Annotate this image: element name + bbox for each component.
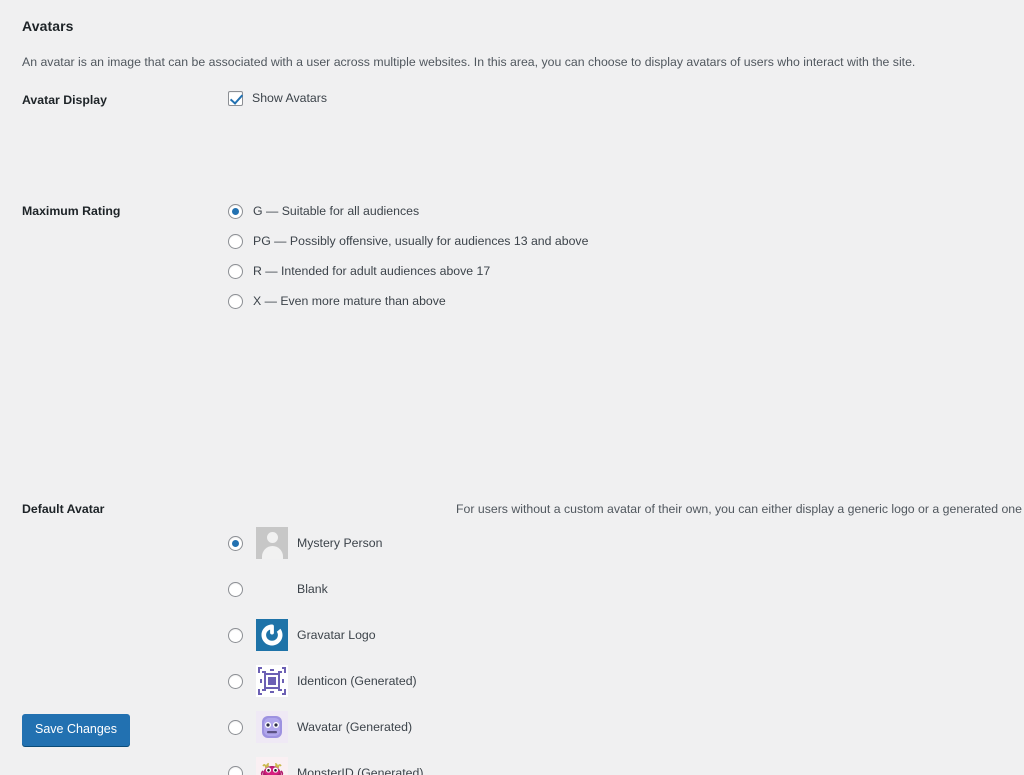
- rating-radio-r[interactable]: [228, 263, 243, 279]
- label-maximum-rating: Maximum Rating: [22, 204, 121, 218]
- wavatar-avatar-icon: [256, 711, 288, 743]
- row-default-avatar: Default Avatar For users without a custo…: [0, 289, 1024, 775]
- label-default-avatar: Default Avatar: [22, 502, 105, 516]
- avatars-settings-page: Avatars An avatar is an image that can b…: [0, 0, 1024, 775]
- row-maximum-rating: Maximum Rating G — Suitable for all audi…: [0, 140, 1024, 309]
- section-description: An avatar is an image that can be associ…: [22, 55, 916, 70]
- settings-form-table: Avatar Display Show Avatars Maximum Rati…: [0, 84, 1024, 775]
- rating-option-r[interactable]: R — Intended for adult audiences above 1…: [228, 256, 588, 286]
- save-changes-button[interactable]: Save Changes: [22, 714, 131, 746]
- blank-avatar-icon: [256, 573, 288, 605]
- mystery-person-avatar-icon: [256, 527, 288, 559]
- default-avatar-option-wavatar[interactable]: Wavatar (Generated): [228, 704, 425, 750]
- default-avatar-radio-identicon[interactable]: [228, 673, 243, 689]
- label-avatar-display: Avatar Display: [22, 93, 107, 107]
- default-avatar-radio-blank[interactable]: [228, 581, 243, 597]
- rating-radio-pg[interactable]: [228, 233, 243, 249]
- default-avatar-label-wavatar: Wavatar (Generated): [297, 720, 413, 734]
- identicon-avatar-icon: [256, 665, 288, 697]
- field-avatar-display: Show Avatars: [228, 90, 327, 106]
- monsterid-avatar-icon: [256, 757, 288, 775]
- default-avatar-label-monsterid: MonsterID (Generated): [297, 766, 424, 775]
- page-title: Avatars: [22, 17, 74, 34]
- show-avatars-checkbox[interactable]: [228, 90, 243, 106]
- rating-option-g[interactable]: G — Suitable for all audiences: [228, 196, 588, 226]
- show-avatars-checkbox-row[interactable]: Show Avatars: [228, 90, 327, 106]
- rating-label-r: R — Intended for adult audiences above 1…: [253, 264, 491, 278]
- default-avatar-radio-mystery[interactable]: [228, 535, 243, 551]
- default-avatar-label-mystery: Mystery Person: [297, 536, 383, 550]
- default-avatar-option-blank[interactable]: Blank: [228, 566, 425, 612]
- rating-radio-g[interactable]: [228, 203, 243, 219]
- default-avatar-option-mystery[interactable]: Mystery Person: [228, 520, 425, 566]
- default-avatar-label-gravatar: Gravatar Logo: [297, 628, 376, 642]
- rating-option-pg[interactable]: PG — Possibly offensive, usually for aud…: [228, 226, 588, 256]
- default-avatar-label-identicon: Identicon (Generated): [297, 674, 417, 688]
- default-avatar-description: For users without a custom avatar of the…: [456, 502, 1024, 516]
- rating-label-g: G — Suitable for all audiences: [253, 204, 420, 218]
- submit-area: Save Changes: [22, 714, 131, 746]
- default-avatar-label-blank: Blank: [297, 582, 328, 596]
- default-avatar-option-gravatar[interactable]: Gravatar Logo: [228, 612, 425, 658]
- default-avatar-option-identicon[interactable]: Identicon (Generated): [228, 658, 425, 704]
- default-avatar-radio-monsterid[interactable]: [228, 765, 243, 775]
- rating-label-pg: PG — Possibly offensive, usually for aud…: [253, 234, 589, 248]
- default-avatar-radio-gravatar[interactable]: [228, 627, 243, 643]
- default-avatar-radio-wavatar[interactable]: [228, 719, 243, 735]
- gravatar-logo-icon: [256, 619, 288, 651]
- default-avatar-option-monsterid[interactable]: MonsterID (Generated): [228, 750, 425, 775]
- show-avatars-label: Show Avatars: [252, 91, 327, 105]
- row-avatar-display: Avatar Display Show Avatars: [0, 84, 1024, 140]
- field-default-avatar: For users without a custom avatar of the…: [228, 501, 1024, 775]
